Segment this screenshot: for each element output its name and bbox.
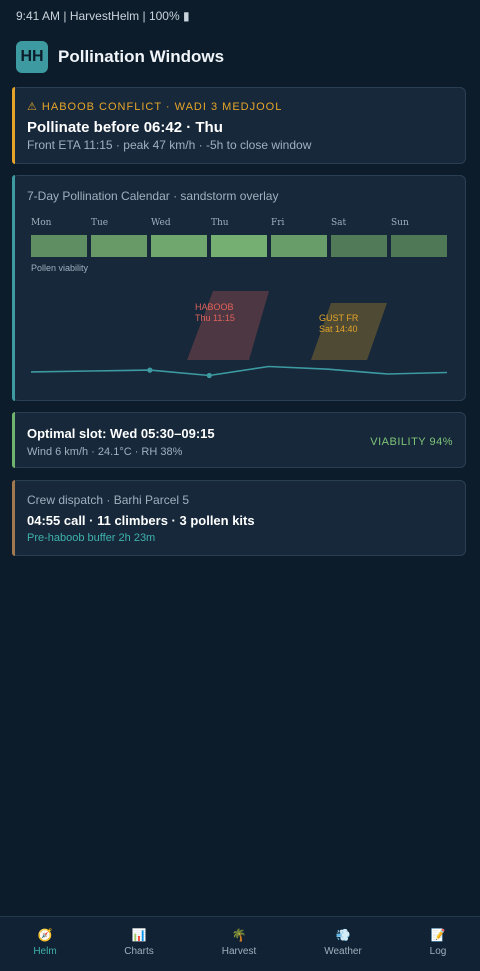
nav-label: Helm bbox=[33, 946, 57, 957]
nav-label: Weather bbox=[324, 946, 362, 957]
crew-dispatch-card[interactable]: Crew dispatch · Barhi Parcel 5 04:55 cal… bbox=[12, 480, 466, 556]
palm-tree-icon: 🌴 bbox=[231, 928, 247, 942]
wind-icon: 💨 bbox=[335, 928, 351, 942]
viability-badge: VIABILITY 94% bbox=[370, 436, 453, 448]
bottom-nav: 🧭 Helm 📊 Charts 🌴 Harvest 💨 Weather 📝 Lo… bbox=[0, 916, 480, 971]
viability-cell-mon bbox=[31, 235, 87, 257]
alert-headline: Pollinate before 06:42 · Thu bbox=[27, 119, 223, 136]
viability-label: Pollen viability bbox=[31, 263, 89, 273]
viability-cell-sun bbox=[391, 235, 447, 257]
optimal-conditions: Wind 6 km/h · 24.1°C · RH 38% bbox=[27, 446, 183, 458]
alert-subtitle: Front ETA 11:15 · peak 47 km/h · -5h to … bbox=[27, 138, 312, 152]
trend-marker-thu bbox=[206, 372, 212, 379]
nav-label: Charts bbox=[124, 946, 154, 957]
day-label-tue: Tue bbox=[91, 218, 108, 228]
overlay-label-2: GUST FR bbox=[319, 313, 359, 323]
crew-details: 04:55 call · 11 climbers · 3 pollen kits bbox=[27, 513, 255, 528]
day-label-thu: Thu bbox=[211, 218, 229, 228]
page-title: Pollination Windows bbox=[58, 47, 225, 66]
viability-cell-tue bbox=[91, 235, 147, 257]
day-label-wed: Wed bbox=[151, 218, 171, 228]
day-label-sun: Sun bbox=[391, 218, 409, 228]
day-label-sat: Sat bbox=[331, 218, 347, 228]
app-logo: HH bbox=[16, 41, 48, 73]
pollination-calendar-card: 7-Day Pollination Calendar · sandstorm o… bbox=[12, 175, 466, 401]
optimal-slot-card[interactable]: Optimal slot: Wed 05:30–09:15 Wind 6 km/… bbox=[12, 412, 466, 468]
nav-item-log[interactable]: 📝 Log bbox=[393, 917, 480, 971]
crew-buffer: Pre-haboob buffer 2h 23m bbox=[27, 532, 156, 544]
crew-title: Crew dispatch · Barhi Parcel 5 bbox=[27, 493, 190, 507]
compass-icon: 🧭 bbox=[37, 928, 53, 942]
nav-label: Log bbox=[429, 946, 447, 957]
calendar-chart: Mon Tue Wed Thu Fri Sat Sun Pollen viability HAB… bbox=[30, 218, 448, 379]
viability-trend-line bbox=[30, 365, 448, 377]
bar-chart-icon: 📊 bbox=[131, 928, 147, 942]
haboob-alert-card[interactable]: ⚠ HABOOB CONFLICT · WADI 3 MEDJOOL Polli… bbox=[12, 87, 466, 164]
memo-icon: 📝 bbox=[430, 928, 446, 942]
nav-label: Harvest bbox=[221, 946, 257, 957]
optimal-title: Optimal slot: Wed 05:30–09:15 bbox=[27, 426, 215, 441]
day-label-fri: Fri bbox=[271, 218, 285, 228]
app-header: HH Pollination Windows bbox=[16, 41, 224, 73]
overlay-label-1: HABOOB bbox=[195, 302, 234, 312]
overlay-time-2: Sat 14:40 bbox=[319, 324, 358, 334]
viability-cell-thu bbox=[211, 235, 267, 257]
nav-item-charts[interactable]: 📊 Charts bbox=[94, 917, 184, 971]
trend-marker-wed bbox=[147, 367, 153, 373]
status-bar: 9:41 AM | HarvestHelm | 100% ▮ bbox=[16, 9, 190, 23]
nav-item-helm[interactable]: 🧭 Helm bbox=[0, 917, 90, 971]
nav-item-harvest[interactable]: 🌴 Harvest bbox=[194, 917, 284, 971]
viability-cell-fri bbox=[271, 235, 327, 257]
overlay-time-1: Thu 11:15 bbox=[195, 313, 235, 323]
viability-cell-sat bbox=[331, 235, 387, 257]
day-label-mon: Mon bbox=[31, 218, 52, 228]
alert-kicker: ⚠ HABOOB CONFLICT · WADI 3 MEDJOOL bbox=[27, 101, 283, 113]
nav-item-weather[interactable]: 💨 Weather bbox=[298, 917, 388, 971]
viability-cell-wed bbox=[151, 235, 207, 257]
